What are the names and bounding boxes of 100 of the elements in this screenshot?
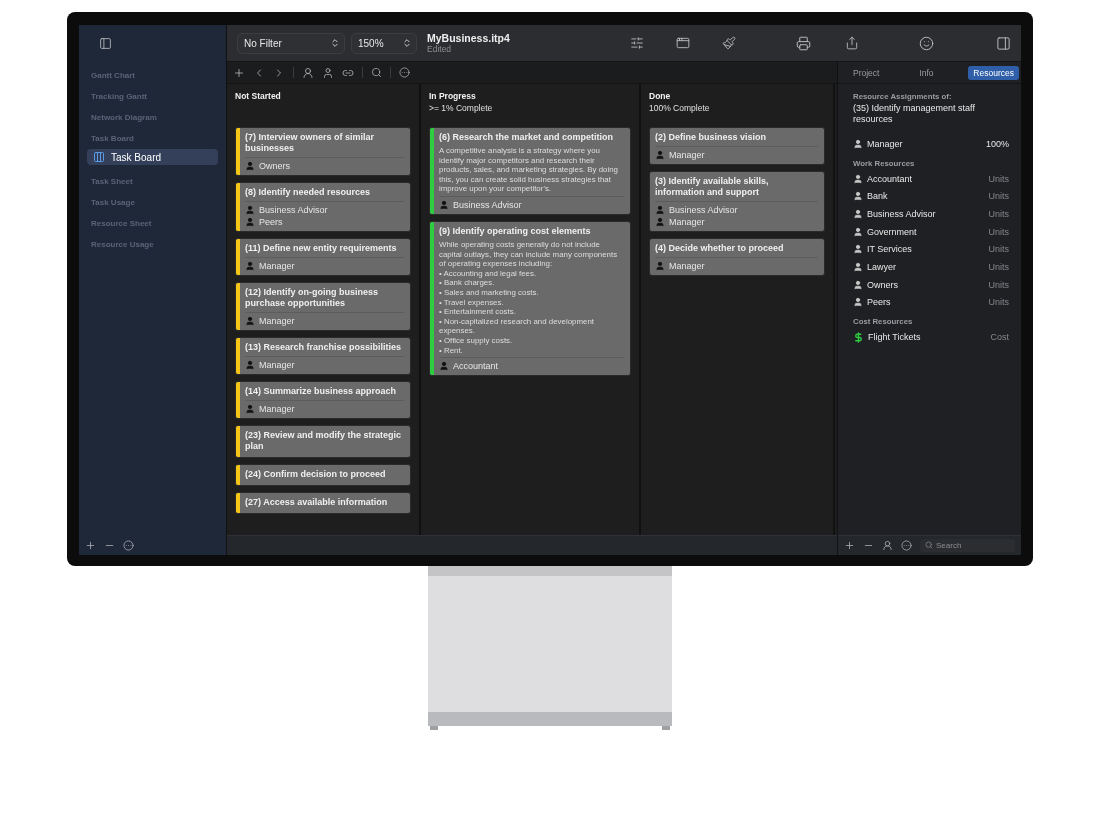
task-card[interactable]: (7) Interview owners of similar businesses Owners <box>235 127 411 176</box>
task-card[interactable] <box>429 127 631 215</box>
task-title: (12) Identify on-going business purchase opportunities <box>245 286 379 310</box>
sidebar-item[interactable]: Resource Usage <box>87 234 218 255</box>
brush-icon[interactable] <box>722 36 736 50</box>
task-card[interactable]: (24) Confirm decision to proceed <box>235 464 411 486</box>
resource-type: Units <box>988 191 1009 202</box>
stepper-icon <box>330 38 340 48</box>
inspector-tab[interactable]: Resources <box>968 65 1019 80</box>
task-card[interactable]: (8) Identify needed resources Business Advisor Peers <box>235 182 411 232</box>
sidebar-item[interactable]: Task Board <box>87 128 218 149</box>
search-icon[interactable] <box>371 67 382 78</box>
column-subtitle: >= 1% Complete <box>429 103 494 113</box>
resource-type: Units <box>988 244 1009 255</box>
person-icon <box>245 316 255 326</box>
inspector-tab[interactable]: Project <box>848 65 885 80</box>
resource-name: Flight Tickets <box>868 332 922 343</box>
sliders-icon[interactable] <box>630 36 644 50</box>
resource-name: Accountant <box>453 360 499 373</box>
task-title: (4) Decide whether to proceed <box>655 242 785 255</box>
add-icon[interactable] <box>233 66 245 79</box>
person-icon[interactable] <box>302 66 314 79</box>
resource-type: Cost <box>990 332 1009 343</box>
person-icon[interactable] <box>882 540 893 551</box>
task-title: (2) Define business vision <box>655 131 768 144</box>
task-card[interactable]: (23) Review and modify the strategic plan <box>235 425 411 458</box>
resource-name: Owners <box>867 279 899 290</box>
more-icon[interactable] <box>123 539 134 551</box>
task-title: (23) Review and modify the strategic plan <box>245 429 403 453</box>
task-card[interactable]: (13) Research franchise possibilities Manager <box>235 337 411 375</box>
person-icon <box>245 261 255 271</box>
resource-name: Manager <box>867 138 904 149</box>
sidebar-toggle-icon[interactable] <box>99 37 112 50</box>
sidebar-item[interactable]: Task Usage <box>87 192 218 213</box>
assignment-value: 100% <box>985 138 1009 149</box>
more-icon[interactable] <box>399 67 410 78</box>
person-icon <box>655 261 665 271</box>
resource-name: Manager <box>669 149 705 161</box>
person-icon <box>853 226 863 237</box>
resource-name: Manager <box>259 403 295 415</box>
sidebar-item[interactable]: Resource Sheet <box>87 213 218 234</box>
task-card[interactable]: (3) Identify available skills, information and support Business Advisor Manager <box>649 171 825 232</box>
task-card[interactable]: (12) Identify on-going business purchase opportunities Manager <box>235 282 411 331</box>
share-icon[interactable] <box>845 36 859 50</box>
add-icon[interactable] <box>85 539 96 551</box>
sidebar-item[interactable]: Task Sheet <box>87 171 218 192</box>
task-card[interactable]: (11) Define new entity requirements Manager <box>235 238 411 276</box>
dollar-icon <box>853 331 864 343</box>
person-icon <box>853 261 863 272</box>
task-card[interactable] <box>429 220 631 377</box>
person-icon <box>245 360 255 370</box>
board-icon <box>93 151 105 163</box>
task-title: (11) Define new entity requirements <box>245 242 398 255</box>
person-icon <box>439 361 449 372</box>
person-icon <box>655 150 665 160</box>
resource-type: Units <box>988 297 1009 308</box>
stepper-icon <box>402 38 412 48</box>
inspector-tab[interactable]: Info <box>914 65 939 80</box>
zoom-select[interactable]: 150% <box>351 32 417 54</box>
resource-name: Business Advisor <box>867 208 937 219</box>
resource-name: IT Services <box>867 244 913 255</box>
resource-name: Government <box>867 226 918 237</box>
sidebar-item[interactable]: Task Board <box>87 149 218 165</box>
resource-name: Manager <box>259 315 295 327</box>
task-card[interactable]: (14) Summarize business approach Manager <box>235 381 411 419</box>
person-icon <box>853 297 863 308</box>
filter-select[interactable]: No Filter <box>237 32 345 54</box>
task-card[interactable]: (2) Define business vision Manager <box>649 127 825 165</box>
task-title: (6) Research the market and competition <box>439 131 615 144</box>
resource-name: Lawyer <box>867 261 897 272</box>
task-name: (35) Identify management staff resources <box>853 103 976 125</box>
sidebar-right-icon[interactable] <box>996 35 1011 51</box>
task-card[interactable]: (27) Access available information <box>235 492 411 514</box>
person-icon <box>245 404 255 414</box>
task-card[interactable]: (4) Decide whether to proceed Manager <box>649 238 825 276</box>
column-subtitle: 100% Complete <box>649 103 711 113</box>
task-title: (3) Identify available skills, information and support <box>655 175 770 199</box>
smiley-icon[interactable] <box>919 35 934 51</box>
print-icon[interactable] <box>796 35 811 51</box>
window-icon[interactable] <box>676 36 690 50</box>
search-field[interactable]: Search <box>920 539 1015 552</box>
resource-name: Owners <box>259 160 290 172</box>
resource-name: Manager <box>669 216 705 228</box>
document-title: MyBusiness.itp4 <box>427 32 510 44</box>
add-icon[interactable] <box>844 540 855 551</box>
more-icon[interactable] <box>901 540 912 551</box>
task-title: (13) Research franchise possibilities <box>245 341 403 354</box>
person-icon <box>245 217 255 227</box>
resource-name: Manager <box>669 260 705 272</box>
person-icon <box>853 191 863 202</box>
resource-name: Business Advisor <box>453 198 522 211</box>
sidebar-item[interactable]: Network Diagram <box>87 107 218 128</box>
sidebar-item[interactable]: Tracking Gantt <box>87 86 218 107</box>
task-title: (7) Interview owners of similar businesses <box>245 131 376 155</box>
person-icon <box>853 138 863 149</box>
person-icon <box>853 279 863 290</box>
person-icon[interactable] <box>322 66 334 79</box>
sidebar-item[interactable]: Gantt Chart <box>87 65 218 86</box>
person-icon <box>853 244 863 255</box>
document-status: Edited <box>427 44 452 54</box>
